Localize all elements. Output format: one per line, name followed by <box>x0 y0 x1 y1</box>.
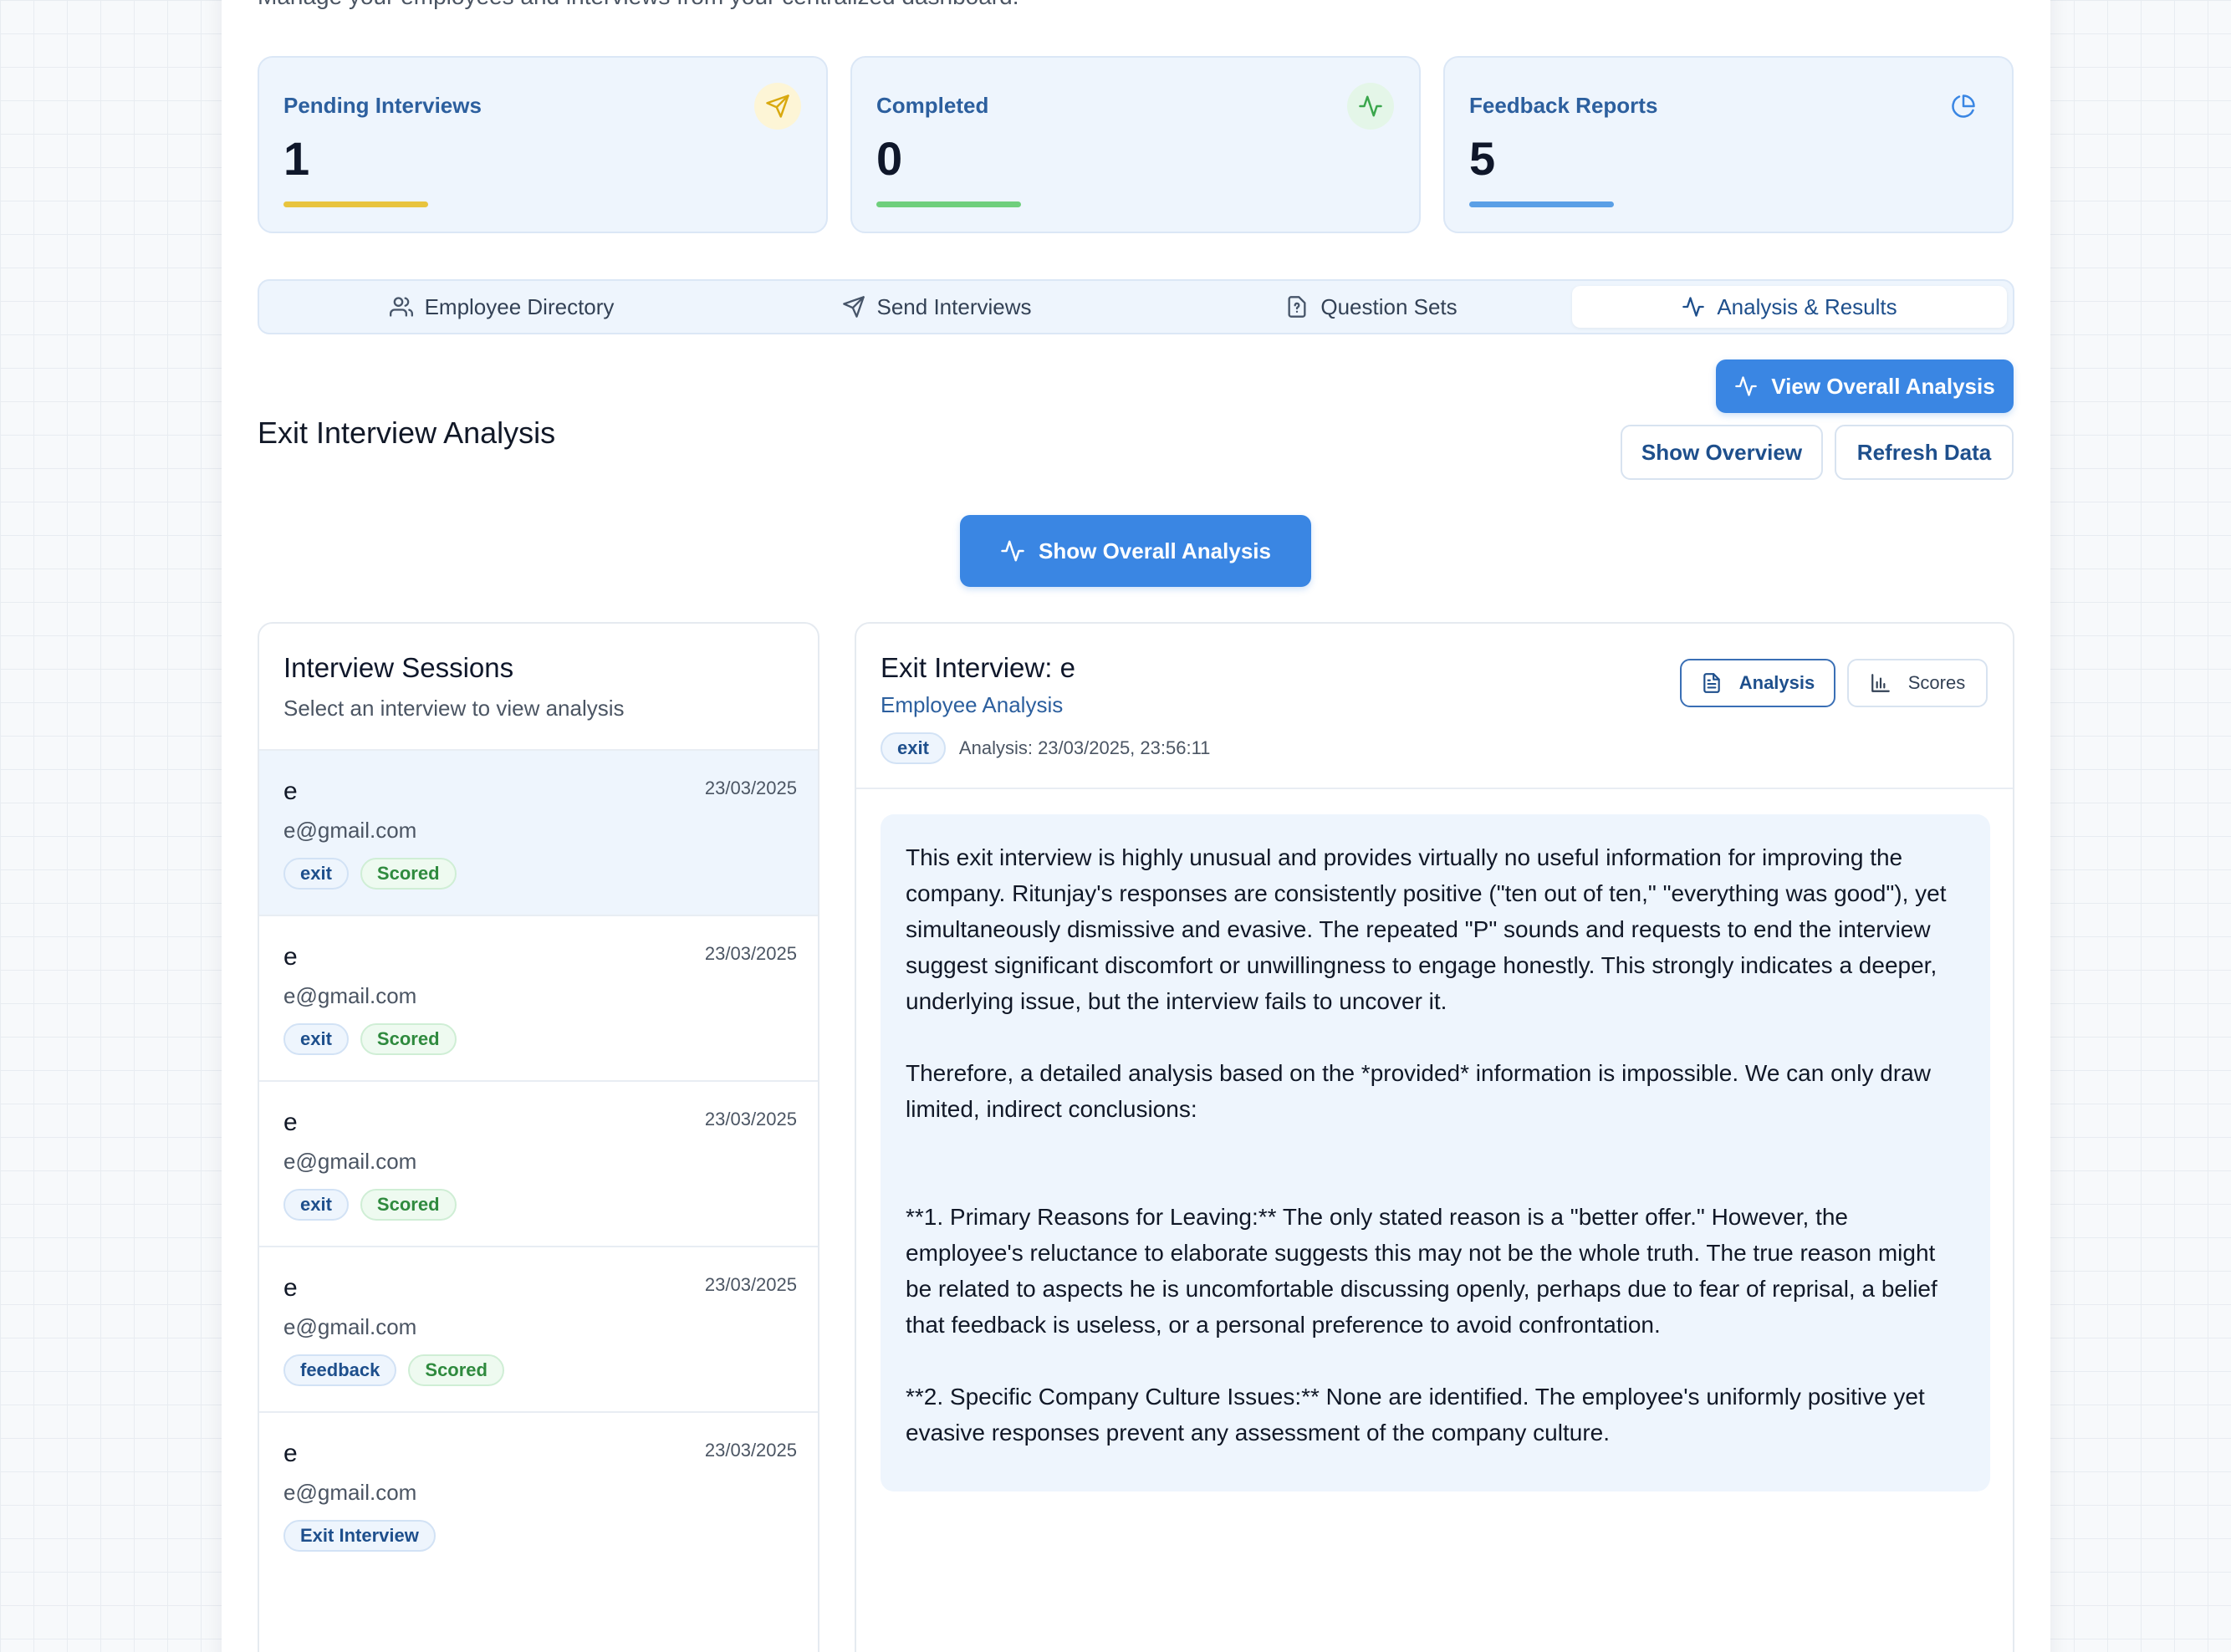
session-name: e <box>283 1109 298 1136</box>
session-name: e <box>283 1274 298 1302</box>
session-email: e@gmail.com <box>283 983 417 1008</box>
pie-chart-icon <box>1940 83 1987 130</box>
section-title: Exit Interview Analysis <box>258 416 556 450</box>
session-date: 23/03/2025 <box>704 1274 797 1295</box>
tab-employee-directory[interactable]: Employee Directory <box>284 286 719 328</box>
analysis-paragraph: **1. Primary Reasons for Leaving:** The … <box>906 1204 1937 1338</box>
stat-card-pending: Pending Interviews 1 <box>258 56 828 233</box>
status-badge: Scored <box>360 1023 457 1055</box>
analysis-text: This exit interview is highly unusual an… <box>881 814 1990 1491</box>
session-item[interactable]: e 23/03/2025 e@gmail.com exit Scored <box>259 1080 818 1246</box>
type-badge: feedback <box>283 1354 397 1386</box>
tab-label: Analysis & Results <box>1717 293 1897 319</box>
type-badge: exit <box>283 1023 349 1055</box>
analysis-toggle-button[interactable]: Analysis <box>1680 659 1835 707</box>
session-item[interactable]: e 23/03/2025 e@gmail.com exit Scored <box>259 749 818 915</box>
sessions-subtitle: Select an interview to view analysis <box>283 696 625 721</box>
stat-label: Pending Interviews <box>283 93 482 118</box>
stat-value: 0 <box>876 132 903 185</box>
type-badge: exit <box>283 1189 349 1221</box>
session-name: e <box>283 1440 298 1467</box>
activity-icon <box>1347 83 1394 130</box>
analysis-timestamp: Analysis: 23/03/2025, 23:56:11 <box>958 737 1211 758</box>
session-email: e@gmail.com <box>283 1314 417 1339</box>
scores-toggle-button[interactable]: Scores <box>1847 659 1988 707</box>
sessions-title: Interview Sessions <box>283 652 514 683</box>
session-item[interactable]: e 23/03/2025 e@gmail.com feedback Scored <box>259 1246 818 1411</box>
session-item[interactable]: e 23/03/2025 e@gmail.com exit Scored <box>259 915 818 1080</box>
tab-label: Question Sets <box>1320 293 1458 319</box>
stat-label: Completed <box>876 93 989 118</box>
stat-value: 1 <box>283 132 310 185</box>
detail-subtitle: Employee Analysis <box>881 692 1064 717</box>
analysis-paragraph: **2. Specific Company Culture Issues:** … <box>906 1384 1925 1446</box>
analysis-paragraph: This exit interview is highly unusual an… <box>906 844 1947 1014</box>
stat-bar <box>283 201 428 207</box>
stat-bar <box>1469 201 1614 207</box>
session-date: 23/03/2025 <box>704 1109 797 1129</box>
status-badge: Scored <box>360 858 457 890</box>
file-question-icon <box>1288 296 1306 318</box>
detail-title: Exit Interview: e <box>881 652 1075 683</box>
session-date: 23/03/2025 <box>704 778 797 798</box>
stat-value: 5 <box>1469 132 1496 185</box>
stat-label: Feedback Reports <box>1469 93 1658 118</box>
dashboard-panel: Manage your employees and interviews fro… <box>222 0 2050 1652</box>
activity-icon <box>1001 540 1024 562</box>
main-tabs: Employee Directory Send Interviews Quest… <box>258 279 2014 334</box>
type-badge: Exit Interview <box>283 1520 436 1552</box>
page-subtitle: Manage your employees and interviews fro… <box>258 0 1018 10</box>
tab-analysis-results[interactable]: Analysis & Results <box>1572 286 2007 328</box>
tab-label: Send Interviews <box>876 293 1032 319</box>
view-overall-analysis-button[interactable]: View Overall Analysis <box>1716 359 2014 413</box>
send-icon <box>842 296 865 318</box>
stat-card-completed: Completed 0 <box>850 56 1421 233</box>
file-text-icon <box>1703 673 1720 693</box>
button-label: View Overall Analysis <box>1771 373 1995 399</box>
activity-icon <box>1735 376 1758 396</box>
refresh-data-button[interactable]: Refresh Data <box>1835 425 2014 480</box>
show-overall-analysis-button[interactable]: Show Overall Analysis <box>960 515 1311 587</box>
session-date: 23/03/2025 <box>704 1440 797 1461</box>
toggle-label: Scores <box>1907 672 1966 693</box>
session-name: e <box>283 943 298 971</box>
session-email: e@gmail.com <box>283 1480 417 1505</box>
divider <box>856 788 2013 789</box>
status-badge: Scored <box>408 1354 504 1386</box>
type-badge: exit <box>881 732 946 764</box>
session-email: e@gmail.com <box>283 1149 417 1174</box>
send-icon <box>754 83 801 130</box>
session-date: 23/03/2025 <box>704 943 797 964</box>
tab-send-interviews[interactable]: Send Interviews <box>719 286 1154 328</box>
tab-label: Employee Directory <box>424 293 615 319</box>
users-icon <box>389 297 413 317</box>
status-badge: Scored <box>360 1189 457 1221</box>
button-label: Show Overall Analysis <box>1039 538 1271 563</box>
session-item[interactable]: e 23/03/2025 e@gmail.com Exit Interview <box>259 1411 818 1577</box>
bar-chart-icon <box>1871 674 1890 692</box>
tab-question-sets[interactable]: Question Sets <box>1154 286 1589 328</box>
analysis-paragraph: Therefore, a detailed analysis based on … <box>906 1060 1931 1122</box>
stat-card-feedback: Feedback Reports 5 <box>1443 56 2014 233</box>
show-overview-button[interactable]: Show Overview <box>1621 425 1823 480</box>
interview-detail-card: Exit Interview: e Employee Analysis exit… <box>855 622 2014 1652</box>
activity-icon <box>1682 297 1705 317</box>
type-badge: exit <box>283 858 349 890</box>
session-name: e <box>283 778 298 805</box>
stat-bar <box>876 201 1021 207</box>
session-email: e@gmail.com <box>283 818 417 843</box>
interview-sessions-card: Interview Sessions Select an interview t… <box>258 622 819 1652</box>
toggle-label: Analysis <box>1738 672 1815 693</box>
